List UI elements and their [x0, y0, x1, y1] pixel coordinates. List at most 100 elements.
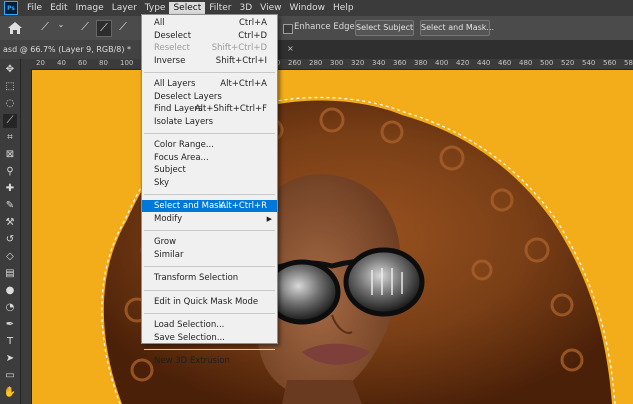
menu-separator	[144, 194, 275, 195]
home-icon[interactable]	[7, 21, 23, 35]
select-menu-item-sky[interactable]: Sky	[142, 177, 277, 189]
select-menu-item-all[interactable]: All Ctrl+A	[142, 17, 277, 29]
menu-layer[interactable]: Layer	[108, 2, 141, 14]
ruler-tick-label: 420	[456, 59, 470, 67]
eraser-icon[interactable]: ◇	[3, 250, 17, 264]
eyedropper-icon[interactable]: ⚲	[3, 165, 17, 179]
menu-item-label: Focus Area...	[154, 152, 209, 163]
select-menu-item-inverse[interactable]: Inverse Shift+Ctrl+I	[142, 55, 277, 67]
ruler-tick-label: 460	[498, 59, 512, 67]
select-menu-item-subject[interactable]: Subject	[142, 164, 277, 176]
gradient-icon[interactable]: ▤	[3, 267, 17, 281]
submenu-arrow-icon: ▶	[266, 214, 272, 223]
tool-preset-chevron-icon[interactable]: ⌄	[54, 20, 68, 35]
hand-icon[interactable]: ✋	[3, 386, 17, 400]
menu-image[interactable]: Image	[72, 2, 108, 14]
menu-view[interactable]: View	[256, 2, 285, 14]
enhance-edge-label: Enhance Edge	[294, 22, 355, 32]
crop-icon[interactable]: ⌗	[3, 131, 17, 145]
menu-item-shortcut: Ctrl+D	[238, 30, 267, 41]
menu-item-label: Deselect	[154, 30, 192, 41]
menu-item-label: Subject	[154, 165, 186, 175]
photoshop-logo[interactable]: Ps	[4, 1, 18, 15]
spot-healing-icon[interactable]: ✚	[3, 182, 17, 196]
ruler-tick-label: 540	[582, 59, 596, 67]
menu-item-label: Sky	[154, 177, 170, 188]
menu-help[interactable]: Help	[329, 2, 358, 14]
ruler-tick-label: 380	[414, 59, 428, 67]
select-menu-item-all-layers[interactable]: All Layers Alt+Ctrl+A	[142, 78, 277, 90]
select-menu-item-similar[interactable]: Similar	[142, 249, 277, 261]
menu-window[interactable]: Window	[286, 2, 330, 14]
add-to-selection-icon[interactable]: ⟋	[96, 20, 112, 37]
document-tab[interactable]: asd @ 66.7% (Layer 9, RGB/8) *	[0, 40, 143, 59]
menu-3d[interactable]: 3D	[236, 2, 257, 14]
ruler-tick-label: 60	[78, 59, 87, 67]
menu-separator	[144, 289, 275, 291]
enhance-edge-checkbox[interactable]	[283, 24, 293, 34]
select-menu-item-find-layers[interactable]: Find Layers Alt+Shift+Ctrl+F	[142, 103, 277, 115]
select-menu-item-modify[interactable]: Modify ▶	[142, 213, 277, 225]
horizontal-ruler: 2040608010012014016018020022024026028030…	[20, 59, 633, 70]
select-menu-item-deselect-layers[interactable]: Deselect Layers	[142, 91, 277, 103]
select-menu-item-reselect: Reselect Shift+Ctrl+D	[142, 42, 277, 54]
close-tab-icon[interactable]: ×	[287, 44, 294, 53]
menu-filter[interactable]: Filter	[205, 2, 235, 14]
menu-item-label: Edit in Quick Mask Mode	[154, 296, 259, 307]
path-selection-icon[interactable]: ➤	[3, 352, 17, 366]
ruler-tick-label: 360	[393, 59, 407, 67]
menu-bar: Ps File Edit Image Layer Type Select Filter 3D V…	[0, 0, 633, 16]
menu-item-label: Inverse	[154, 55, 186, 66]
ruler-tick-label: 80	[99, 59, 108, 67]
menu-item-label: Reselect	[154, 43, 191, 53]
select-menu-item-isolate-layers[interactable]: Isolate Layers	[142, 116, 277, 128]
select-menu-item-focus-area[interactable]: Focus Area...	[142, 152, 277, 164]
brush-icon[interactable]: ✎	[3, 199, 17, 213]
pen-icon[interactable]: ✒	[3, 318, 17, 332]
menu-item-shortcut: Ctrl+A	[238, 18, 267, 28]
type-icon[interactable]: T	[3, 335, 17, 349]
menu-edit[interactable]: Edit	[46, 2, 71, 14]
select-menu-item-save-selection[interactable]: Save Selection...	[142, 332, 277, 344]
select-menu-item-grow[interactable]: Grow	[142, 236, 277, 248]
select-menu-item-new-3d-extrusion[interactable]: New 3D Extrusion	[142, 355, 277, 367]
quick-selection-icon[interactable]: ⟋	[3, 114, 17, 128]
clone-stamp-icon[interactable]: ⚒	[3, 216, 17, 230]
lasso-icon[interactable]: ◌	[3, 97, 17, 111]
ruler-tick-label: 480	[519, 59, 533, 67]
select-menu-item-deselect[interactable]: Deselect Ctrl+D	[142, 30, 277, 42]
frame-icon[interactable]: ⊠	[3, 148, 17, 162]
ruler-tick-label: 340	[372, 59, 386, 67]
blur-icon[interactable]: ●	[3, 284, 17, 298]
dodge-icon[interactable]: ◔	[3, 301, 17, 315]
menu-item-label: Similar	[154, 249, 184, 260]
menu-item-shortcut: Alt+Shift+Ctrl+F	[194, 104, 267, 114]
select-subject-button[interactable]: Select Subject	[355, 20, 414, 36]
menu-item-label: Grow	[154, 237, 177, 247]
document-canvas[interactable]	[32, 70, 633, 404]
ruler-tick-label: 580	[624, 59, 633, 67]
menu-file[interactable]: File	[23, 2, 46, 14]
ruler-tick-label: 260	[288, 59, 302, 67]
select-menu-item-color-range[interactable]: Color Range...	[142, 139, 277, 151]
select-menu-item-load-selection[interactable]: Load Selection...	[142, 319, 277, 331]
menu-item-shortcut: Alt+Ctrl+A	[220, 79, 267, 89]
marquee-icon[interactable]: ⬚	[3, 80, 17, 94]
quick-selection-tool-icon[interactable]: ⟋	[38, 20, 52, 35]
menu-select[interactable]: Select	[169, 2, 206, 14]
history-brush-icon[interactable]: ↺	[3, 233, 17, 247]
select-menu-item-edit-in-quick-mask-mode[interactable]: Edit in Quick Mask Mode	[142, 296, 277, 308]
rectangle-icon[interactable]: ▭	[3, 369, 17, 383]
ruler-tick-label: 400	[435, 59, 449, 67]
ruler-tick-label: 520	[561, 59, 575, 67]
subtract-from-selection-icon[interactable]: ⟋	[116, 20, 130, 35]
menu-type[interactable]: Type	[141, 2, 170, 14]
select-and-mask-button[interactable]: Select and Mask...	[420, 20, 494, 36]
select-menu-item-select-and-mask[interactable]: Select and Mask... Alt+Ctrl+R	[142, 200, 277, 212]
move-icon[interactable]: ✥	[3, 63, 17, 77]
menu-item-label: All Layers	[154, 79, 196, 89]
new-selection-icon[interactable]: ⟋	[78, 20, 92, 35]
ruler-tick-label: 320	[351, 59, 365, 67]
ruler-tick-label: 500	[540, 59, 554, 67]
select-menu-item-transform-selection[interactable]: Transform Selection	[142, 272, 277, 284]
